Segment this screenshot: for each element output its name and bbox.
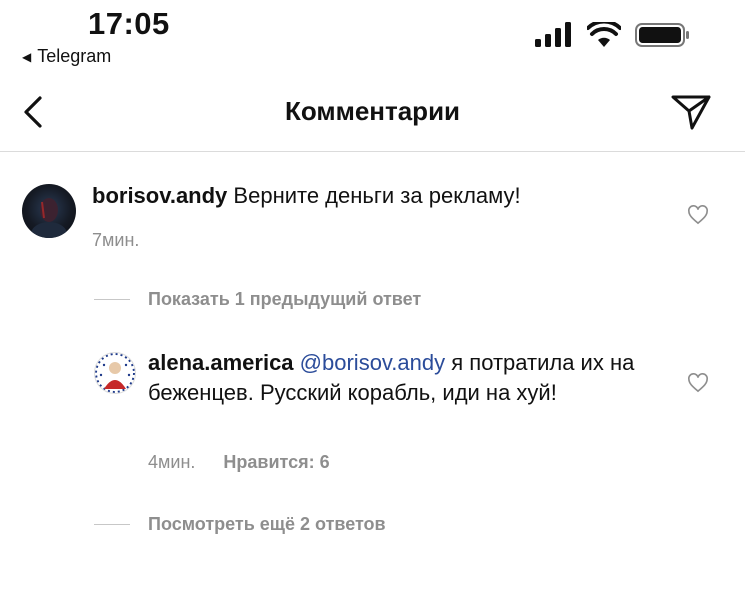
heart-icon <box>688 373 708 393</box>
status-time: 17:05 <box>88 6 170 41</box>
battery-icon <box>635 23 689 47</box>
comment-text: borisov.andy Верните деньги за рекламу! <box>92 181 652 211</box>
like-button[interactable] <box>687 205 709 225</box>
comment-likes[interactable]: Нравится: 6 <box>223 452 329 473</box>
back-to-app-link[interactable]: ◀ Telegram <box>22 46 111 67</box>
avatar[interactable] <box>94 352 136 394</box>
show-previous-replies-button[interactable]: Показать 1 предыдущий ответ <box>94 289 421 310</box>
comment-username[interactable]: alena.america <box>148 350 294 375</box>
status-icons <box>535 22 691 48</box>
replies-toggle-label: Посмотреть ещё 2 ответов <box>148 514 386 534</box>
comment-body: Верните деньги за рекламу! <box>233 183 521 208</box>
like-button[interactable] <box>687 373 709 393</box>
signal-icon <box>535 22 571 47</box>
back-triangle-icon: ◀ <box>22 49 32 64</box>
share-button[interactable] <box>670 92 712 132</box>
avatar[interactable] <box>22 184 76 238</box>
avatar-image <box>31 198 67 238</box>
comment-time: 4мин. <box>148 452 196 472</box>
header-divider <box>0 151 745 152</box>
avatar-image <box>95 353 135 393</box>
wifi-icon <box>587 22 621 47</box>
page-title: Комментарии <box>284 96 461 126</box>
comment-mention[interactable]: @borisov.andy <box>300 350 445 375</box>
heart-icon <box>688 205 708 225</box>
view-more-replies-button[interactable]: Посмотреть ещё 2 ответов <box>94 514 386 535</box>
replies-toggle-label: Показать 1 предыдущий ответ <box>148 289 422 309</box>
comment-text: alena.america @borisov.andy я потратила … <box>148 348 658 408</box>
paper-plane-icon <box>671 95 711 130</box>
comment-meta: 4мин. Нравится: 6 <box>148 452 330 473</box>
comment-meta: 7мин. <box>92 230 139 251</box>
back-app-label: Telegram <box>37 46 112 66</box>
thread-line <box>94 524 130 525</box>
thread-line <box>94 299 130 300</box>
comment-username[interactable]: borisov.andy <box>92 183 227 208</box>
comment-time: 7мин. <box>92 230 140 250</box>
